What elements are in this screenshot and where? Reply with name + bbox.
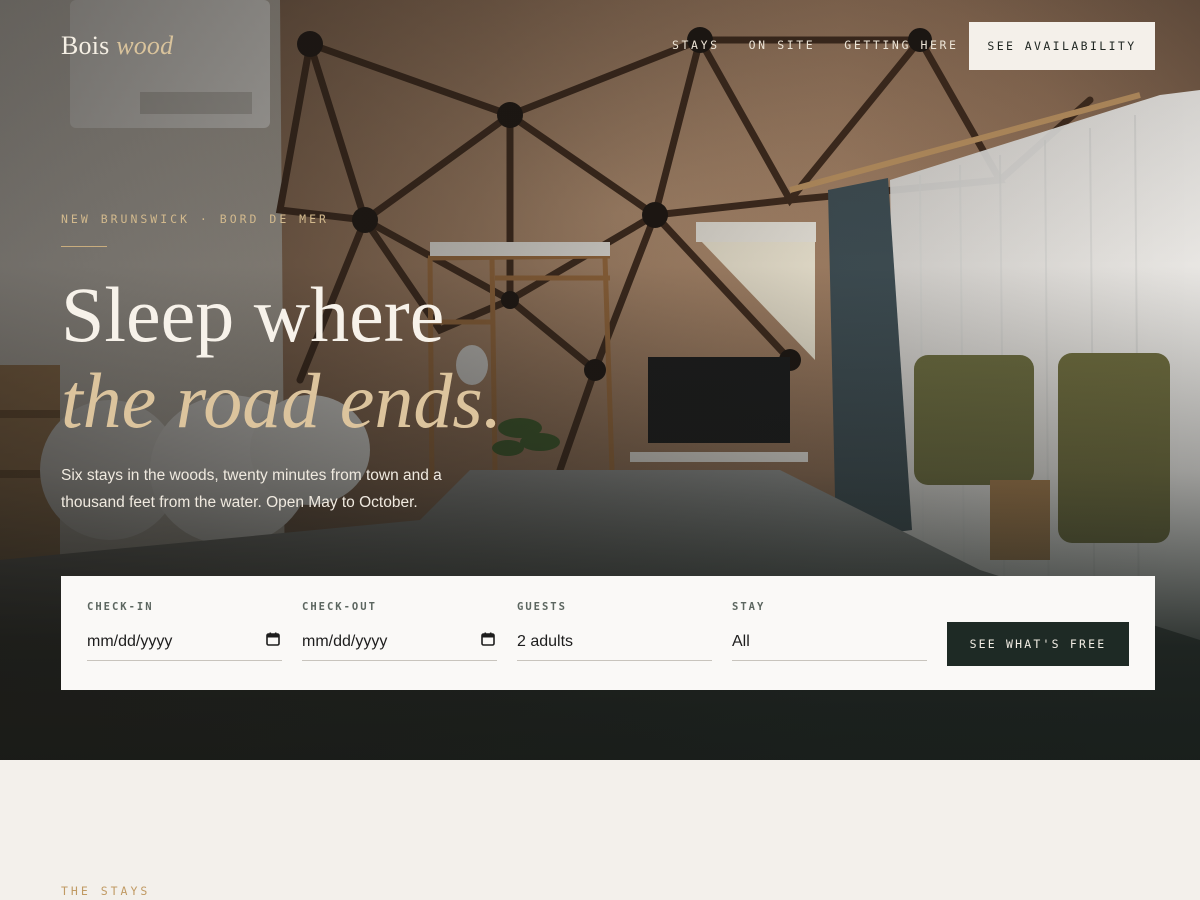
see-whats-free-button[interactable]: SEE WHAT'S FREE — [947, 622, 1129, 666]
see-availability-button[interactable]: SEE AVAILABILITY — [969, 22, 1155, 70]
guests-value: 2 adults — [517, 633, 574, 650]
hero-subtitle: Six stays in the woods, twenty minutes f… — [61, 467, 442, 511]
checkout-value: mm/dd/yyyy — [302, 633, 388, 650]
hero-eyebrow: NEW BRUNSWICK · BORD DE MER — [61, 212, 329, 226]
hero-headline: Sleep where the road ends. — [61, 272, 502, 444]
checkout-date-input[interactable]: mm/dd/yyyy — [302, 631, 497, 661]
nav-link-stays[interactable]: STAYS — [672, 38, 720, 52]
hero-section: Bois wood STAYS ON SITE GETTING HERE SEE… — [0, 0, 1200, 760]
stay-value: All — [732, 633, 750, 650]
headline-line-1: Sleep where — [61, 271, 445, 358]
headline-line-2: the road ends. — [61, 357, 503, 444]
brand-name-italic: wood — [116, 31, 174, 60]
guests-label: GUESTS — [517, 601, 567, 613]
calendar-icon[interactable] — [481, 632, 495, 646]
checkin-value: mm/dd/yyyy — [87, 633, 173, 650]
brand-name-plain: Bois — [61, 31, 110, 60]
stay-label: STAY — [732, 601, 766, 613]
checkout-field: CHECK-OUT mm/dd/yyyy — [302, 601, 497, 661]
checkin-label: CHECK-IN — [87, 601, 154, 613]
checkin-field: CHECK-IN mm/dd/yyyy — [87, 601, 282, 661]
stay-field: STAY All — [732, 601, 927, 661]
calendar-icon[interactable] — [266, 632, 280, 646]
checkout-label: CHECK-OUT — [302, 601, 377, 613]
eyebrow-divider — [61, 246, 107, 247]
nav-link-getting-here[interactable]: GETTING HERE — [844, 38, 958, 52]
stay-select[interactable]: All — [732, 631, 927, 661]
brand-logo[interactable]: Bois wood — [61, 31, 173, 61]
guests-select[interactable]: 2 adults — [517, 631, 712, 661]
main-nav: STAYS ON SITE GETTING HERE — [672, 38, 959, 52]
checkin-date-input[interactable]: mm/dd/yyyy — [87, 631, 282, 661]
stays-section-eyebrow: THE STAYS — [61, 884, 151, 898]
nav-link-on-site[interactable]: ON SITE — [749, 38, 816, 52]
guests-field: GUESTS 2 adults — [517, 601, 712, 661]
booking-bar: CHECK-IN mm/dd/yyyy CHECK-OUT mm/dd/yyyy — [61, 576, 1155, 690]
